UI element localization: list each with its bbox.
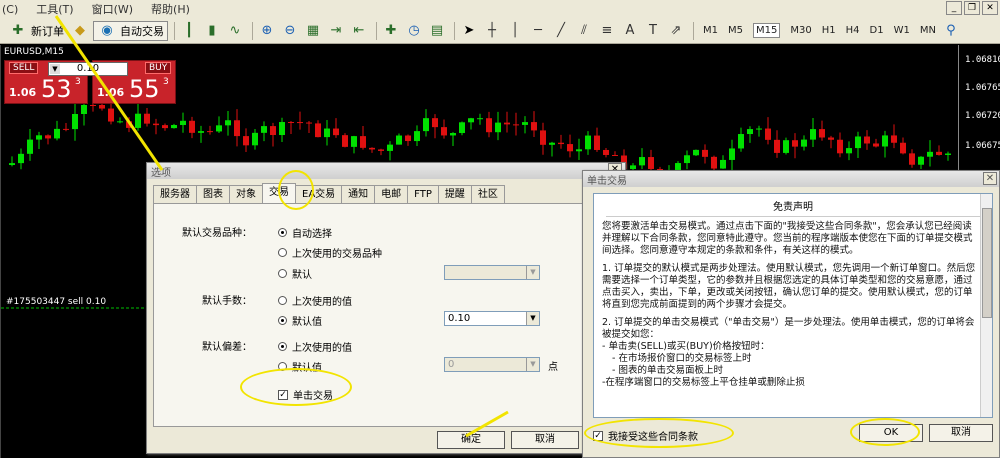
arrow-tools-to-options bbox=[54, 15, 164, 171]
annotation-arrows bbox=[54, 15, 509, 438]
arrow-to-ok-button bbox=[465, 410, 509, 438]
